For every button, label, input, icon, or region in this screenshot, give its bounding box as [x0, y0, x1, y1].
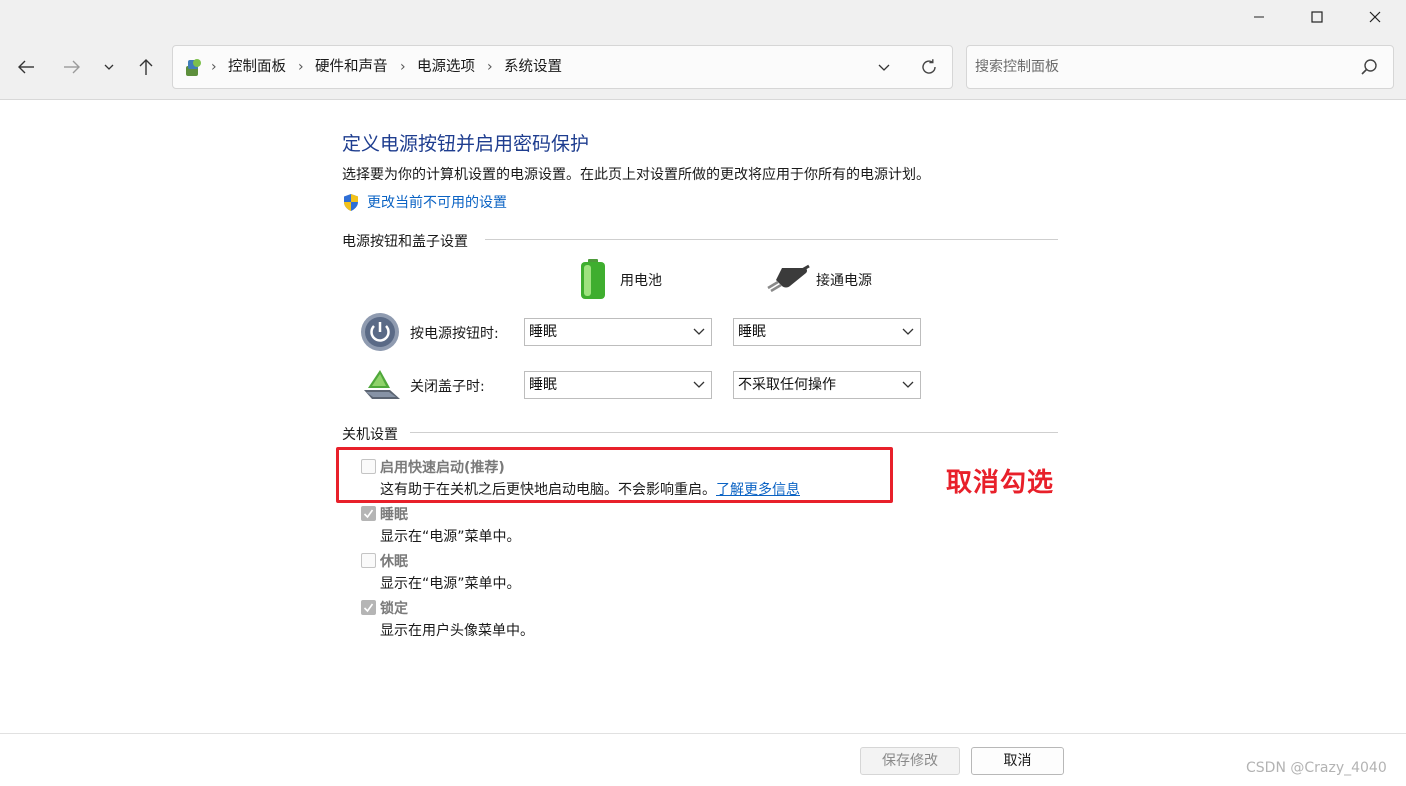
refresh-button[interactable] — [917, 46, 941, 88]
hibernate-description: 显示在“电源”菜单中。 — [380, 576, 521, 592]
search-box[interactable] — [966, 45, 1394, 89]
page-description: 选择要为你的计算机设置的电源设置。在此页上对设置所做的更改将应用于你所有的电源计… — [342, 167, 930, 183]
navigation-bar: › 控制面板 › 硬件和声音 › 电源选项 › 系统设置 — [0, 34, 1406, 100]
close-icon — [1369, 11, 1381, 23]
highlight-box — [336, 447, 893, 503]
back-arrow-icon — [18, 60, 34, 74]
change-settings-link-label[interactable]: 更改当前不可用的设置 — [367, 192, 507, 212]
section-divider — [485, 239, 1058, 240]
annotation-text: 取消勾选 — [946, 468, 1055, 498]
address-dropdown-button[interactable] — [873, 46, 895, 88]
breadcrumb-separator: › — [400, 59, 406, 75]
power-section-heading: 电源按钮和盖子设置 — [342, 234, 468, 250]
laptop-lid-icon — [364, 370, 400, 399]
footer-divider — [0, 733, 1406, 734]
select-value: 不采取任何操作 — [738, 377, 836, 393]
breadcrumb-control-panel[interactable]: 控制面板 — [228, 46, 286, 88]
sleep-description: 显示在“电源”菜单中。 — [380, 529, 521, 545]
select-value: 睡眠 — [529, 324, 557, 340]
maximize-button[interactable] — [1294, 0, 1340, 34]
select-value: 睡眠 — [738, 324, 766, 340]
back-button[interactable] — [12, 34, 40, 100]
power-button-battery-select[interactable]: 睡眠 — [524, 318, 712, 346]
up-button[interactable] — [132, 34, 160, 100]
maximize-icon — [1311, 11, 1323, 23]
plugged-column-label: 接通电源 — [816, 273, 872, 289]
title-bar — [0, 0, 1406, 34]
checkmark-icon — [363, 509, 374, 519]
battery-icon — [581, 259, 605, 299]
power-button-label: 按电源按钮时: — [410, 326, 499, 342]
change-settings-link[interactable]: 更改当前不可用的设置 — [342, 192, 507, 212]
forward-arrow-icon — [64, 60, 80, 74]
shutdown-section-heading: 关机设置 — [342, 427, 398, 443]
watermark: CSDN @Crazy_4040 — [1246, 760, 1387, 776]
cancel-button[interactable]: 取消 — [971, 747, 1064, 775]
close-lid-battery-select[interactable]: 睡眠 — [524, 371, 712, 399]
chevron-down-icon — [878, 64, 890, 71]
sleep-label: 睡眠 — [380, 507, 408, 523]
breadcrumb-power-options[interactable]: 电源选项 — [417, 46, 475, 88]
lock-checkbox[interactable] — [361, 600, 376, 615]
up-arrow-icon — [139, 59, 153, 75]
close-lid-label: 关闭盖子时: — [410, 379, 485, 395]
breadcrumb-separator: › — [487, 59, 493, 75]
lock-description: 显示在用户头像菜单中。 — [380, 623, 534, 639]
breadcrumb-separator: › — [298, 59, 304, 75]
chevron-down-icon — [902, 328, 914, 335]
breadcrumb-separator: › — [211, 59, 217, 75]
search-icon — [1361, 59, 1377, 75]
sleep-checkbox[interactable] — [361, 506, 376, 521]
power-button-plugged-select[interactable]: 睡眠 — [733, 318, 921, 346]
checkmark-icon — [363, 603, 374, 613]
minimize-icon — [1254, 16, 1264, 18]
close-lid-plugged-select[interactable]: 不采取任何操作 — [733, 371, 921, 399]
power-plug-icon — [767, 264, 810, 292]
battery-column-label: 用电池 — [620, 273, 662, 289]
uac-shield-icon — [344, 193, 358, 211]
save-changes-button[interactable]: 保存修改 — [860, 747, 960, 775]
chevron-down-icon — [693, 381, 705, 388]
chevron-down-icon — [693, 328, 705, 335]
chevron-down-icon — [902, 381, 914, 388]
lock-label: 锁定 — [380, 601, 408, 617]
breadcrumb-system-settings[interactable]: 系统设置 — [504, 46, 562, 88]
refresh-icon — [922, 59, 936, 74]
select-value: 睡眠 — [529, 377, 557, 393]
chevron-down-icon — [104, 64, 114, 70]
power-button-icon — [361, 313, 399, 351]
address-bar[interactable]: › 控制面板 › 硬件和声音 › 电源选项 › 系统设置 — [172, 45, 953, 89]
close-button[interactable] — [1352, 0, 1398, 34]
hibernate-label: 休眠 — [380, 554, 408, 570]
control-panel-icon — [186, 59, 201, 76]
forward-button[interactable] — [58, 34, 86, 100]
breadcrumb-hardware-sound[interactable]: 硬件和声音 — [315, 46, 388, 88]
minimize-button[interactable] — [1236, 0, 1282, 34]
search-button[interactable] — [1357, 46, 1381, 88]
search-input[interactable] — [975, 46, 1345, 88]
section-divider — [410, 432, 1058, 433]
recent-locations-button[interactable] — [100, 34, 118, 100]
page-title: 定义电源按钮并启用密码保护 — [342, 133, 590, 155]
hibernate-checkbox[interactable] — [361, 553, 376, 568]
